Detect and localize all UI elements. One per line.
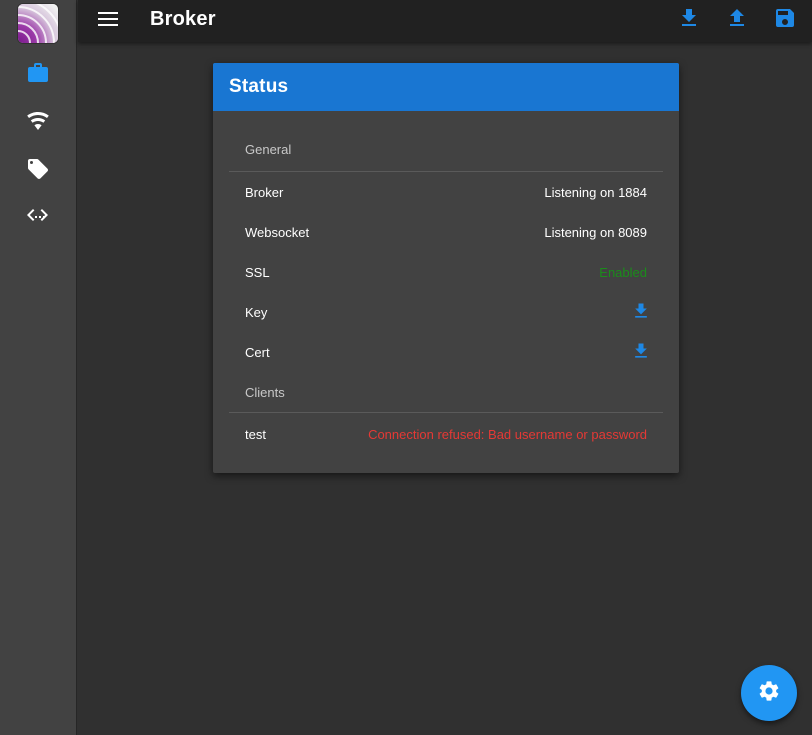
row-label: Broker	[245, 184, 284, 200]
menu-button[interactable]	[94, 7, 122, 35]
status-row-ssl: SSL Enabled	[229, 252, 663, 292]
sidebar-item-broker[interactable]	[22, 59, 54, 91]
ssl-status-value: Enabled	[599, 264, 647, 280]
clients-subheader: Clients	[245, 384, 285, 400]
row-value: Listening on 8089	[544, 224, 647, 240]
sidebar-item-wifi[interactable]	[22, 107, 54, 139]
status-list: General Broker Listening on 1884 Websock…	[229, 127, 663, 455]
download-button[interactable]	[675, 6, 703, 34]
download-key-button[interactable]	[629, 300, 653, 324]
download-icon	[631, 301, 651, 324]
upload-button[interactable]	[723, 6, 751, 34]
download-icon	[631, 341, 651, 364]
save-button[interactable]	[771, 6, 799, 34]
client-row: test Connection refused: Bad username or…	[229, 413, 663, 455]
wifi-icon	[26, 109, 50, 138]
tag-icon	[26, 157, 50, 186]
app-logo	[18, 4, 58, 43]
code-arrows-icon	[26, 205, 50, 234]
download-icon	[677, 6, 701, 35]
client-status: Connection refused: Bad username or pass…	[368, 426, 647, 442]
status-card-title: Status	[229, 76, 289, 97]
row-label: Cert	[245, 344, 270, 360]
row-value: Listening on 1884	[544, 184, 647, 200]
row-label: Key	[245, 304, 268, 320]
status-row-broker: Broker Listening on 1884	[229, 172, 663, 212]
status-row-cert: Cert	[229, 332, 663, 372]
app-root: Broker Status General Broker Listening o…	[0, 0, 812, 735]
client-name: test	[245, 426, 266, 442]
gear-icon	[757, 679, 781, 708]
row-label: Websocket	[245, 224, 310, 240]
settings-fab[interactable]	[741, 665, 797, 721]
page-title: Broker	[150, 8, 216, 30]
hamburger-menu-icon	[98, 11, 118, 32]
save-icon	[773, 6, 797, 35]
row-label: SSL	[245, 264, 270, 280]
status-row-key: Key	[229, 292, 663, 332]
status-card-header: Status	[213, 63, 679, 111]
sidebar	[0, 0, 77, 735]
download-cert-button[interactable]	[629, 340, 653, 364]
status-row-websocket: Websocket Listening on 8089	[229, 212, 663, 252]
upload-icon	[725, 6, 749, 35]
general-subheader: General	[245, 141, 292, 157]
sidebar-item-tags[interactable]	[22, 155, 54, 187]
top-app-bar: Broker	[78, 0, 812, 42]
status-card: Status General Broker Listening on 1884 …	[213, 63, 679, 473]
briefcase-icon	[26, 61, 50, 90]
sidebar-item-bridge[interactable]	[22, 203, 54, 235]
